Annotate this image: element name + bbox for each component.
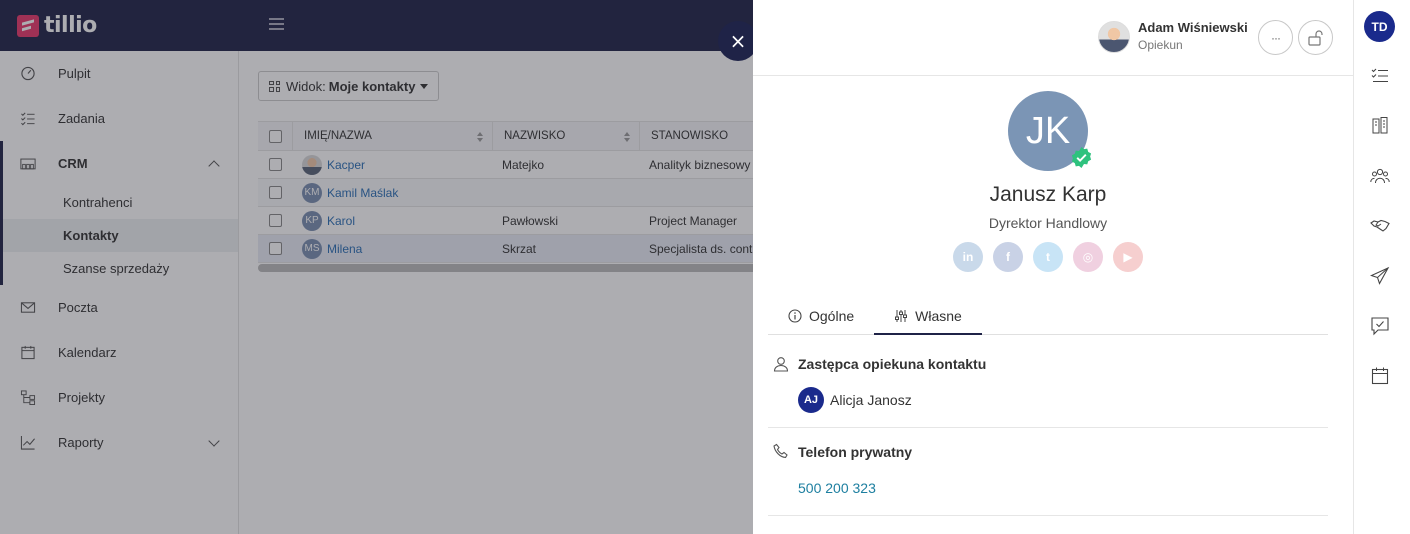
phone-icon	[773, 443, 788, 459]
panel-header: Adam Wiśniewski Opiekun ···	[753, 0, 1353, 76]
linkedin-icon[interactable]: in	[953, 242, 983, 272]
user-avatar[interactable]: TD	[1364, 11, 1395, 42]
contacts-group-icon[interactable]	[1370, 166, 1390, 186]
tab-label: Ogólne	[809, 308, 855, 324]
contact-job-title: Dyrektor Handlowy	[988, 215, 1108, 231]
unlock-button[interactable]	[1298, 20, 1333, 55]
calendar-icon[interactable]	[1370, 366, 1390, 386]
tab-wlasne[interactable]: Własne	[874, 298, 982, 335]
social-links: in f t ◎ ▶	[953, 242, 1143, 272]
chat-check-icon[interactable]	[1370, 316, 1390, 336]
facebook-icon[interactable]: f	[993, 242, 1023, 272]
panel-tabs: Ogólne Własne	[768, 298, 1328, 335]
verified-badge-icon	[1071, 146, 1092, 169]
private-phone-section: Telefon prywatny 500 200 323	[768, 428, 1328, 516]
person-icon	[773, 357, 789, 372]
private-phone-link[interactable]: 500 200 323	[798, 480, 876, 496]
deputy-person-name[interactable]: Alicja Janosz	[830, 392, 912, 408]
tasks-icon[interactable]	[1370, 66, 1390, 86]
close-panel-button[interactable]: ×	[718, 21, 758, 61]
owner-avatar	[1098, 21, 1130, 53]
more-options-button[interactable]: ···	[1258, 20, 1293, 55]
tab-ogolne[interactable]: Ogólne	[768, 298, 874, 334]
handshake-icon[interactable]	[1370, 216, 1390, 236]
tab-label: Własne	[915, 308, 962, 324]
youtube-icon[interactable]: ▶	[1113, 242, 1143, 272]
deputy-owner-section: Zastępca opiekuna kontaktu AJ Alicja Jan…	[768, 342, 1328, 428]
close-icon: ×	[729, 29, 747, 53]
owner-role: Opiekun	[1138, 38, 1183, 52]
info-icon	[788, 309, 802, 323]
right-rail: TD	[1353, 0, 1410, 534]
sliders-icon	[895, 310, 908, 322]
companies-icon[interactable]	[1370, 116, 1390, 136]
contact-name: Janusz Karp	[989, 183, 1107, 206]
section-title: Zastępca opiekuna kontaktu	[798, 356, 987, 372]
contact-detail-panel: Adam Wiśniewski Opiekun ··· JK Janusz Ka…	[753, 0, 1353, 534]
section-title: Telefon prywatny	[798, 444, 913, 460]
owner-name[interactable]: Adam Wiśniewski	[1138, 20, 1248, 35]
instagram-icon[interactable]: ◎	[1073, 242, 1103, 272]
unlock-icon	[1307, 29, 1323, 46]
ellipsis-icon: ···	[1271, 30, 1281, 45]
avatar: AJ	[798, 387, 824, 413]
twitter-icon[interactable]: t	[1033, 242, 1063, 272]
send-icon[interactable]	[1370, 266, 1390, 286]
